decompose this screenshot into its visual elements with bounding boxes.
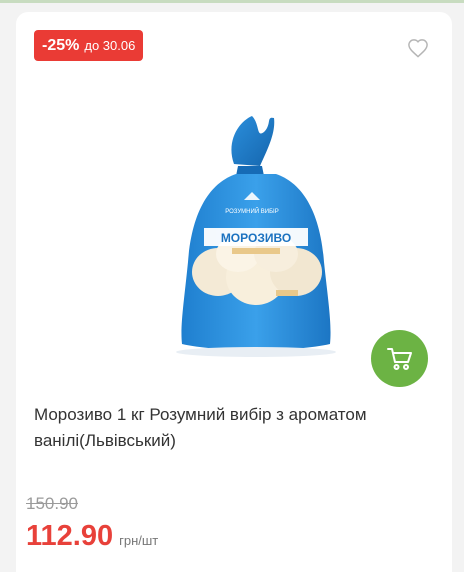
product-title[interactable]: Морозиво 1 кг Розумний вибір з ароматом …	[34, 402, 434, 454]
ice-cream-package-image: РОЗУМНИЙ ВИБІР МОРОЗИВО	[176, 116, 336, 357]
product-card[interactable]: -25% до 30.06 РОЗУМНИЙ ВИБІР МОРОЗИВО Мо…	[16, 12, 452, 572]
package-brand-text: РОЗУМНИЙ ВИБІР	[225, 207, 278, 215]
favorite-button[interactable]	[405, 36, 431, 60]
cart-icon	[386, 347, 412, 370]
package-title-text: МОРОЗИВО	[221, 231, 291, 245]
price-unit: грн/шт	[119, 533, 159, 548]
product-image[interactable]: РОЗУМНИЙ ВИБІР МОРОЗИВО	[126, 112, 386, 372]
add-to-cart-button[interactable]	[371, 330, 428, 387]
discount-until: до 30.06	[84, 38, 136, 53]
discount-badge: -25% до 30.06	[34, 30, 144, 61]
current-price: 112.90	[26, 520, 114, 552]
top-divider	[0, 0, 464, 3]
price-row: 112.90 грн/шт	[26, 520, 158, 553]
old-price: 150.90	[26, 494, 78, 513]
discount-percent: -25%	[42, 36, 80, 54]
heart-icon	[408, 39, 428, 58]
